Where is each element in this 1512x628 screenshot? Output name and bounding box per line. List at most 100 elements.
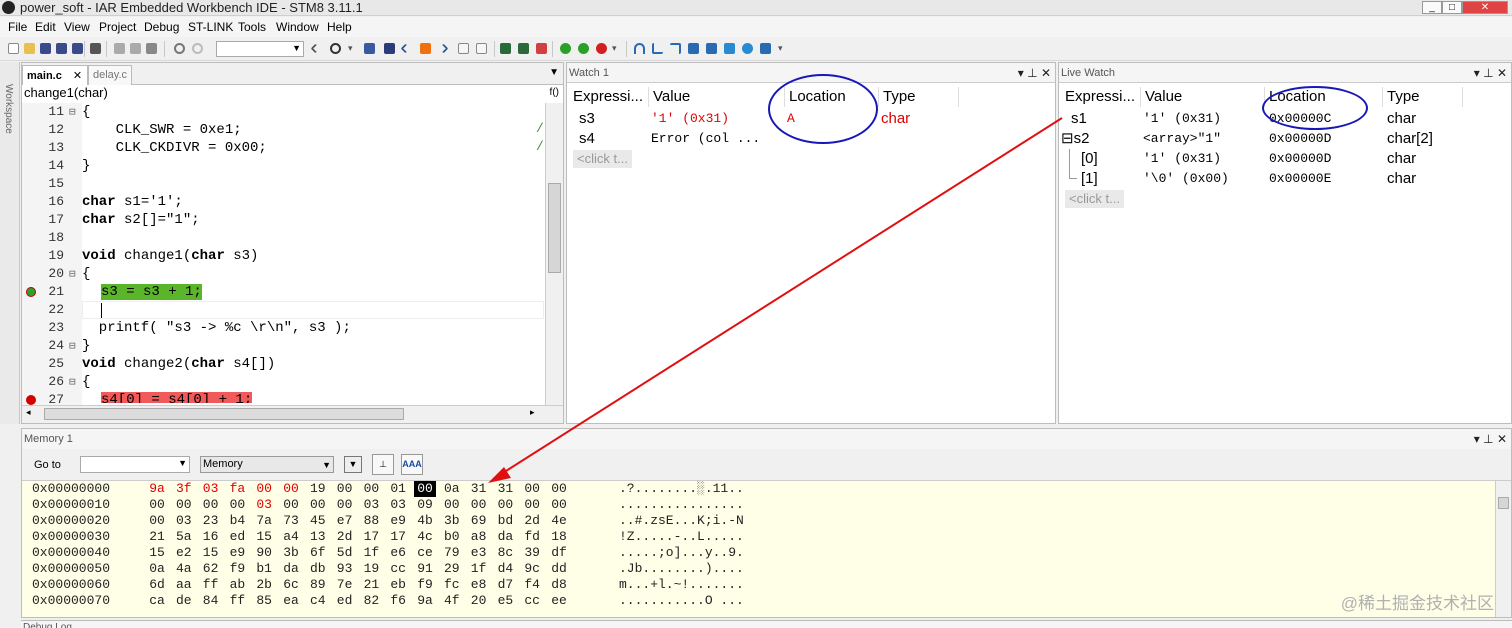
fold-toggle-icon[interactable]: ⊟ (69, 339, 76, 353)
memory-byte[interactable]: 4c (414, 529, 436, 545)
memory-byte[interactable]: 3b (280, 545, 302, 561)
memory-grid[interactable]: 0x00000000 9a 3f 03 fa 00 00 19 00 00 01 00 0a 31 31 00… (22, 481, 1495, 617)
memory-byte[interactable]: 7e (334, 577, 356, 593)
column-header[interactable]: Expressi... (569, 87, 649, 107)
memory-byte[interactable]: 1f (360, 545, 382, 561)
redo-icon[interactable] (192, 43, 203, 54)
scroll-right-icon[interactable]: ▸ (530, 407, 535, 418)
memory-byte[interactable]: 2d (334, 529, 356, 545)
menu-debug[interactable]: Debug (144, 20, 179, 34)
memory-byte[interactable]: ff (200, 577, 222, 593)
close-file-icon[interactable] (72, 43, 83, 54)
memory-byte[interactable]: a8 (468, 529, 490, 545)
memory-byte[interactable]: 00 (280, 481, 302, 497)
pin-icon[interactable]: ⊥ (1483, 432, 1493, 446)
memory-byte[interactable]: 00 (307, 497, 329, 513)
memory-byte[interactable]: 00 (468, 497, 490, 513)
memory-byte[interactable]: 4e (548, 513, 570, 529)
memory-byte[interactable]: 03 (200, 481, 222, 497)
memory-byte[interactable]: 7a (253, 513, 275, 529)
memory-byte[interactable]: b4 (226, 513, 248, 529)
memory-byte[interactable]: fa (226, 481, 248, 497)
memory-byte[interactable]: 9c (521, 561, 543, 577)
minimize-button[interactable]: _ (1422, 1, 1442, 14)
memory-byte[interactable]: 91 (414, 561, 436, 577)
debug-start-icon[interactable] (560, 43, 571, 54)
function-bar[interactable]: change1(char) f() (22, 85, 563, 101)
scrollbar-thumb[interactable] (44, 408, 404, 420)
find-combo[interactable]: ▼ (216, 41, 304, 57)
memory-byte[interactable]: fd (521, 529, 543, 545)
watch-row[interactable]: [0] '1' (0x31) 0x00000D char (1059, 149, 1511, 169)
menu-tools[interactable]: Tools (238, 20, 266, 34)
add-expression-input[interactable]: <click t... (1065, 190, 1124, 208)
tab-delay-c[interactable]: delay.c (88, 65, 132, 85)
memory-byte[interactable]: 6f (307, 545, 329, 561)
print-icon[interactable] (90, 43, 101, 54)
chevron-down-icon[interactable]: ▾ (778, 43, 789, 54)
column-header[interactable]: Type (879, 87, 959, 107)
memory-byte[interactable]: d8 (548, 577, 570, 593)
memory-byte[interactable]: 62 (200, 561, 222, 577)
memory-byte[interactable]: ee (548, 593, 570, 609)
scroll-left-icon[interactable]: ◂ (26, 407, 31, 418)
memory-byte[interactable]: da (280, 561, 302, 577)
make-icon[interactable] (476, 43, 487, 54)
memory-byte[interactable]: 89 (307, 577, 329, 593)
memory-byte[interactable]: 9a (146, 481, 168, 497)
memory-byte[interactable]: 3f (173, 481, 195, 497)
memory-byte[interactable]: 03 (173, 513, 195, 529)
memory-byte[interactable]: 09 (414, 497, 436, 513)
pin-icon[interactable]: ⊥ (1027, 66, 1037, 80)
menu-view[interactable]: View (64, 20, 90, 34)
chevron-down-icon[interactable]: ▼ (178, 458, 187, 468)
copy-icon[interactable] (130, 43, 141, 54)
fold-toggle-icon[interactable]: ⊟ (69, 267, 76, 281)
search-icon[interactable] (330, 43, 341, 54)
memory-byte[interactable]: 31 (468, 481, 490, 497)
scrollbar-thumb[interactable] (1498, 497, 1509, 509)
memory-byte[interactable]: 00 (548, 497, 570, 513)
line-gutter[interactable]: 11 12 13 14 15 16 17 18 19 20 21 22 23 2… (22, 103, 82, 407)
memory-byte[interactable]: 6c (280, 577, 302, 593)
close-icon[interactable]: ✕ (1497, 66, 1507, 80)
undo-icon[interactable] (174, 43, 185, 54)
column-header[interactable]: Value (649, 87, 785, 107)
step-out-icon[interactable] (670, 43, 681, 54)
memory-byte[interactable]: da (494, 529, 516, 545)
memory-options-button[interactable]: ▼ (344, 456, 362, 473)
step-into-icon[interactable] (652, 43, 663, 54)
memory-byte[interactable]: 4b (414, 513, 436, 529)
column-header[interactable]: Type (1383, 87, 1463, 107)
memory-byte[interactable]: 39 (521, 545, 543, 561)
memory-byte[interactable]: ea (280, 593, 302, 609)
memory-byte[interactable]: 03 (387, 497, 409, 513)
memory-byte[interactable]: 69 (468, 513, 490, 529)
memory-byte[interactable]: 13 (307, 529, 329, 545)
memory-byte[interactable]: 8c (494, 545, 516, 561)
memory-byte[interactable]: 88 (360, 513, 382, 529)
memory-byte[interactable]: 15 (200, 545, 222, 561)
memory-byte[interactable]: 0a (146, 561, 168, 577)
close-icon[interactable]: ✕ (1497, 432, 1507, 446)
memory-byte[interactable]: 84 (200, 593, 222, 609)
fold-toggle-icon[interactable]: ⊟ (69, 375, 76, 389)
memory-byte[interactable]: 31 (494, 481, 516, 497)
memory-byte[interactable]: 21 (360, 577, 382, 593)
memory-byte[interactable]: 00 (414, 481, 436, 497)
chevron-down-icon[interactable]: ▾ (1474, 66, 1480, 80)
nav-forward-icon[interactable] (438, 43, 449, 54)
memory-byte[interactable]: cc (521, 593, 543, 609)
chevron-down-icon[interactable]: ▾ (348, 43, 359, 54)
memory-byte[interactable]: 00 (146, 513, 168, 529)
memory-byte[interactable]: 17 (387, 529, 409, 545)
memory-byte[interactable]: 15 (146, 545, 168, 561)
memory-byte[interactable]: 00 (200, 497, 222, 513)
menu-st-link[interactable]: ST-LINK (188, 20, 233, 34)
memory-byte[interactable]: 0a (441, 481, 463, 497)
menu-edit[interactable]: Edit (35, 20, 56, 34)
memory-byte[interactable]: 73 (280, 513, 302, 529)
memory-byte[interactable]: 82 (360, 593, 382, 609)
memory-byte[interactable]: e3 (468, 545, 490, 561)
memory-byte[interactable]: 00 (253, 481, 275, 497)
